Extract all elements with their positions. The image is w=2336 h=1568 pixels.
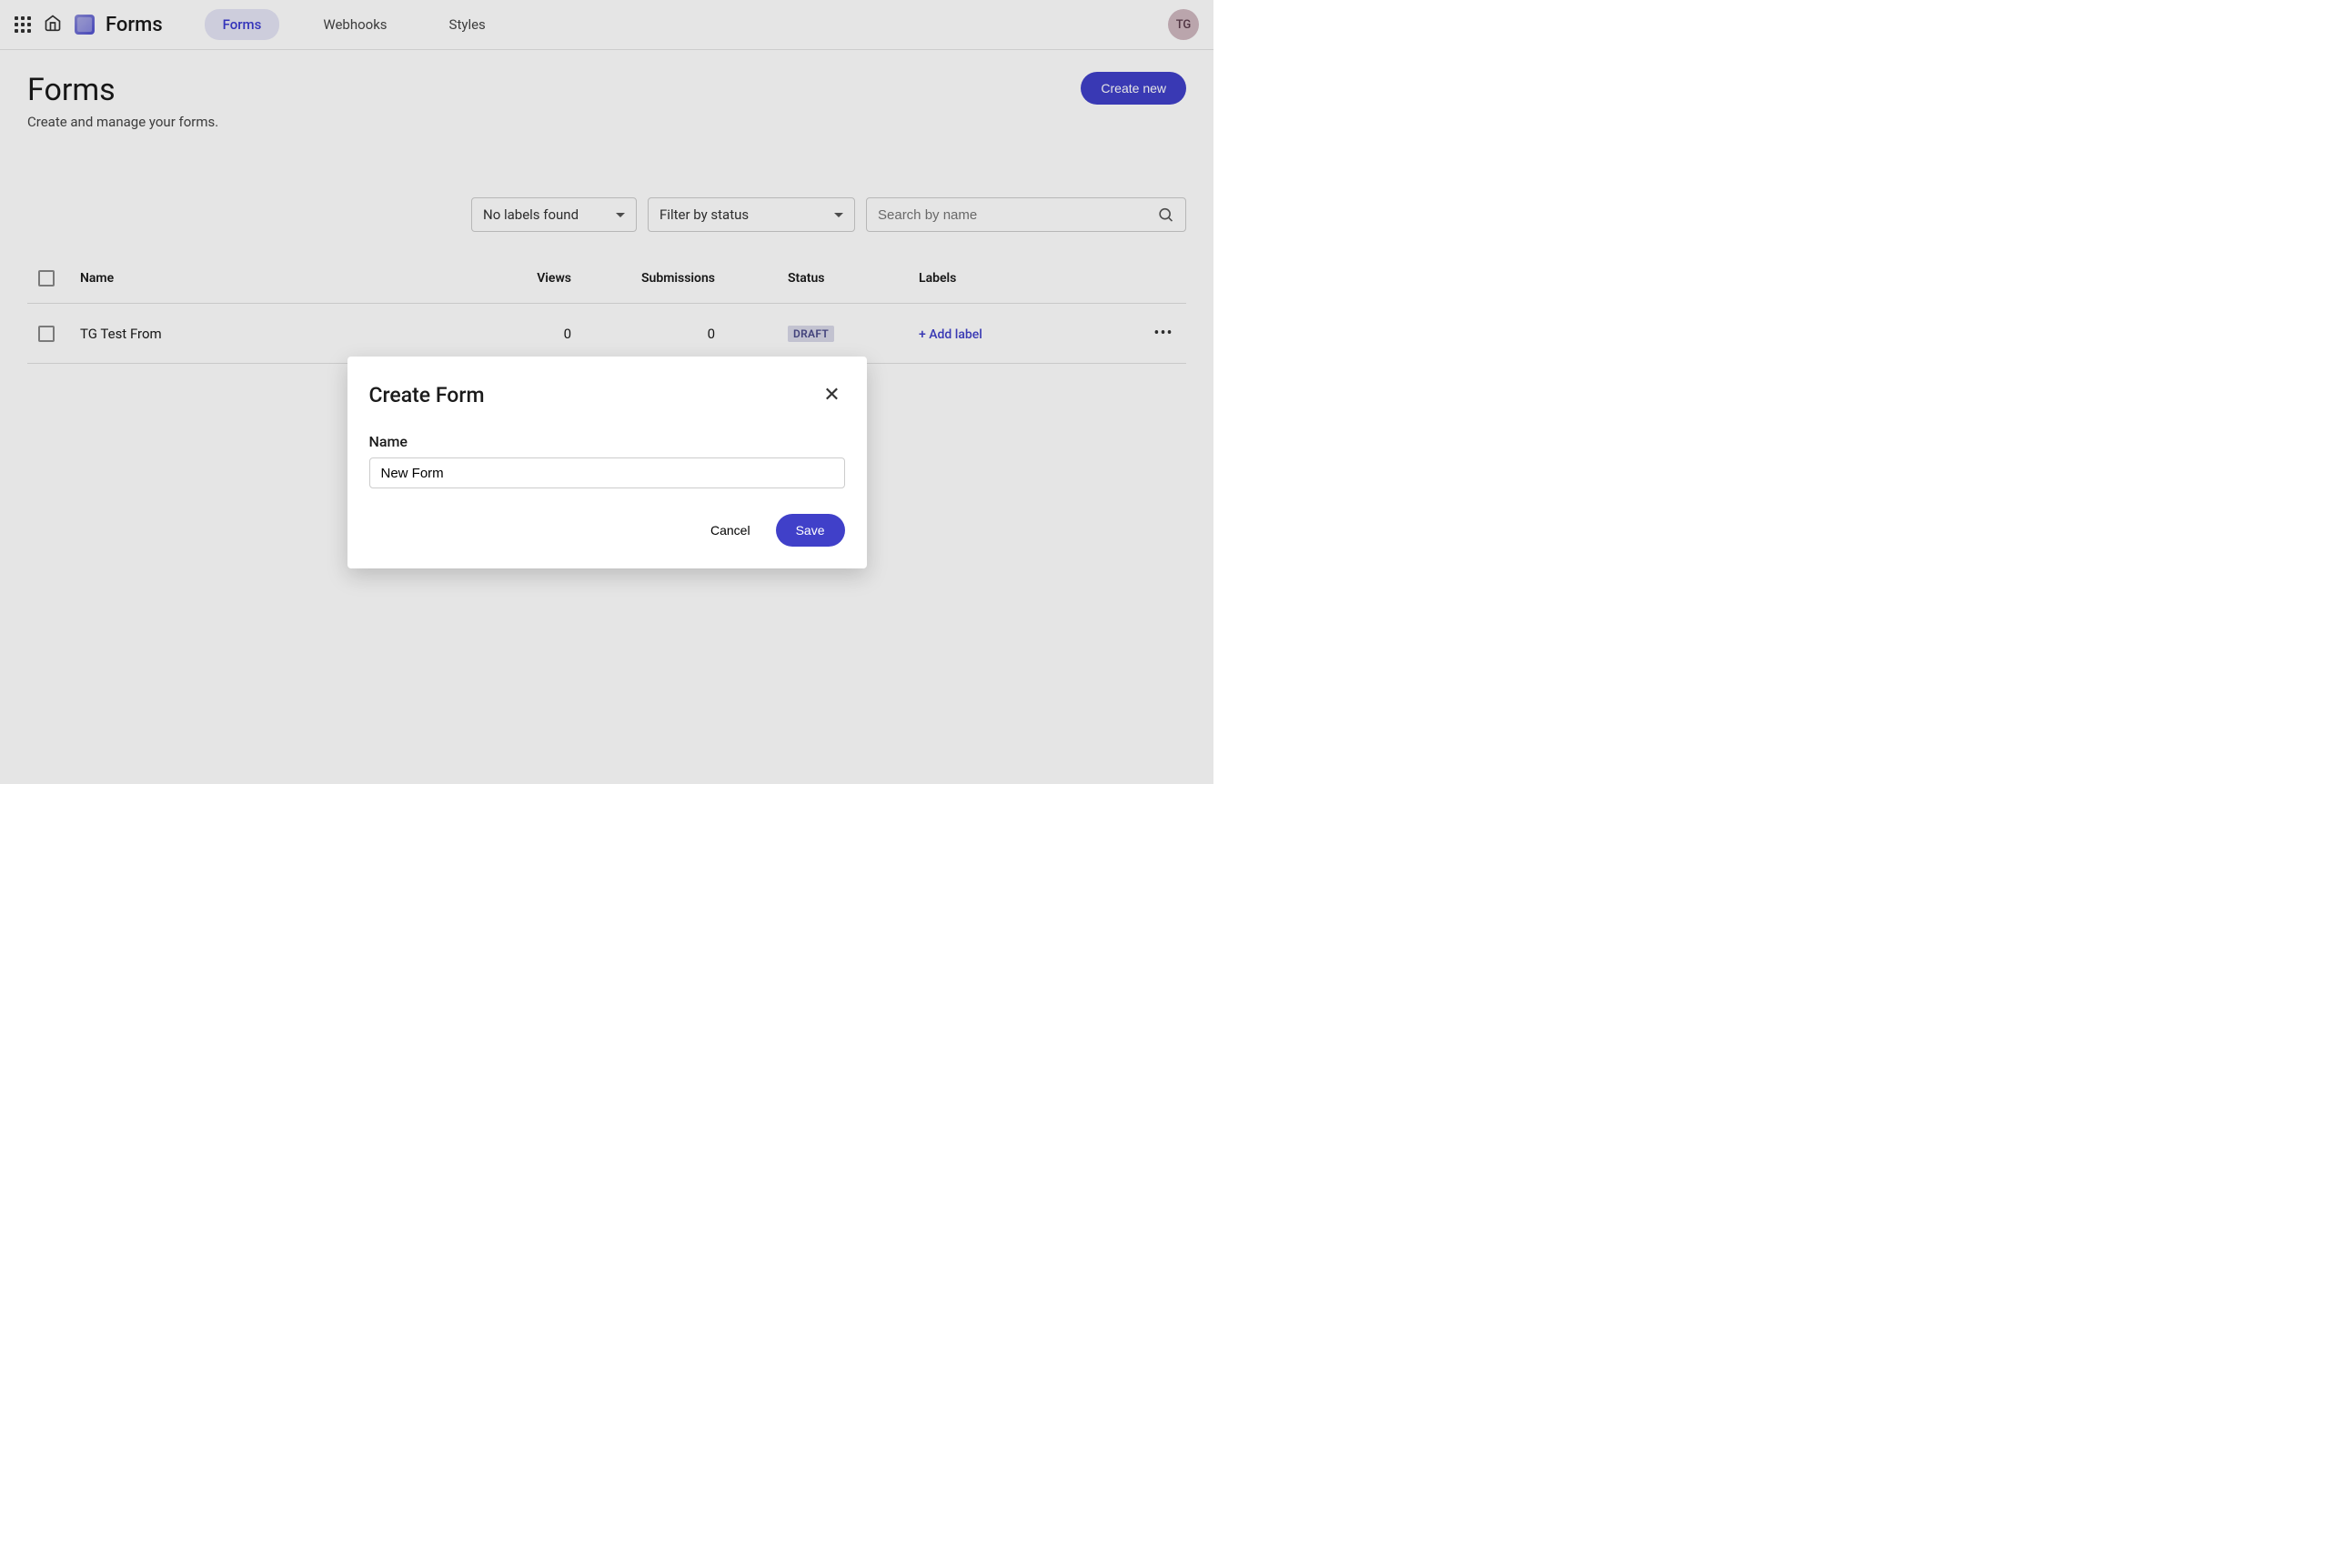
cancel-button[interactable]: Cancel: [690, 514, 770, 547]
modal-footer: Cancel Save: [369, 514, 845, 547]
create-form-modal: Create Form ✕ Name Cancel Save: [347, 357, 867, 568]
save-button[interactable]: Save: [776, 514, 845, 547]
name-field-label: Name: [369, 433, 845, 450]
modal-header: Create Form ✕: [369, 382, 845, 407]
modal-title: Create Form: [369, 383, 485, 407]
form-name-input[interactable]: [369, 457, 845, 488]
close-icon[interactable]: ✕: [820, 382, 845, 407]
modal-overlay[interactable]: Create Form ✕ Name Cancel Save: [0, 0, 1213, 784]
